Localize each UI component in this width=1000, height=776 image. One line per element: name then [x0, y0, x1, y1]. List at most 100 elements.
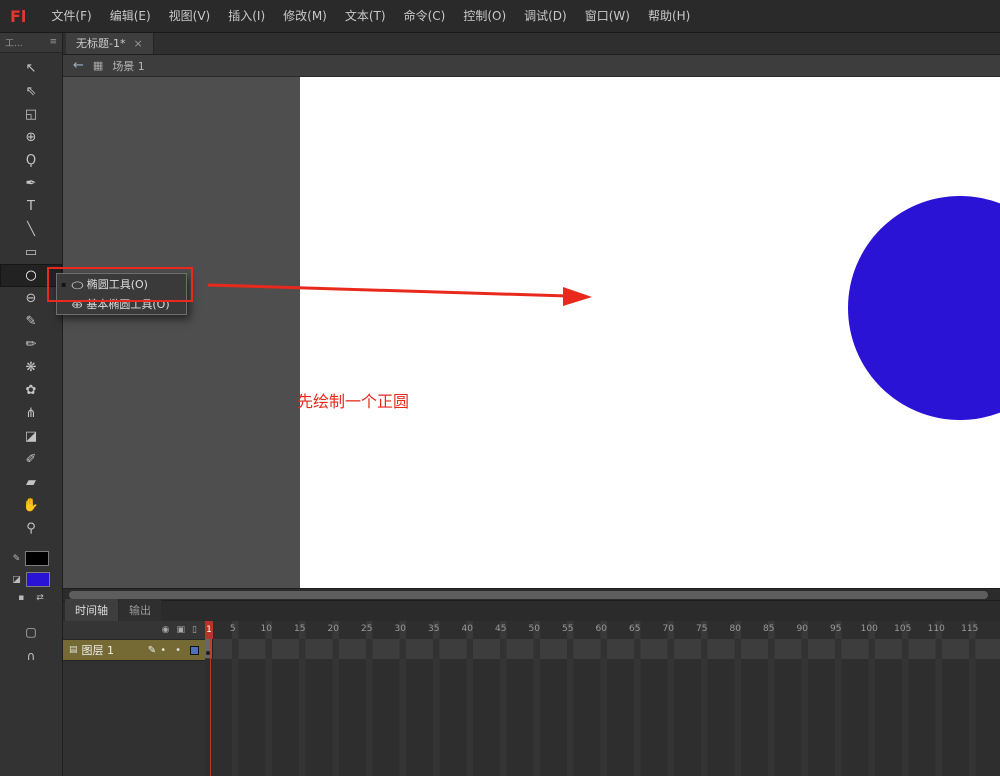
- annotation-note: 先绘制一个正圆: [297, 388, 409, 412]
- tool-icon: ⊖: [26, 291, 37, 306]
- layer-visible-dot[interactable]: •: [160, 645, 166, 656]
- playhead-line: [210, 639, 211, 776]
- paint-bucket-tool[interactable]: ◪: [0, 425, 62, 448]
- flash-window: Fl 文件(F)编辑(E)视图(V)插入(I)修改(M)文本(T)命令(C)控制…: [0, 0, 1000, 776]
- menu-window[interactable]: 窗口(W): [576, 1, 639, 32]
- tool-icon: ⇖: [26, 84, 37, 99]
- layers-column: ◉ ▣ ▯ ▤ 图层 1 ✎ • •: [63, 621, 206, 776]
- annotation-arrow: [200, 274, 600, 310]
- eye-icon[interactable]: ◉: [162, 625, 170, 635]
- playhead[interactable]: 1: [205, 621, 214, 776]
- frame-ruler[interactable]: 5101520253035404550556065707580859095100…: [205, 621, 1000, 640]
- hand-tool[interactable]: ✋: [0, 494, 62, 517]
- menu-text[interactable]: 文本(T): [336, 1, 395, 32]
- fill-bucket-icon: ◪: [12, 575, 21, 585]
- frames-area: 5101520253035404550556065707580859095100…: [205, 621, 1000, 776]
- scrollbar-thumb[interactable]: [69, 591, 988, 599]
- playhead-marker[interactable]: 1: [205, 621, 213, 639]
- ruler-number: 110: [920, 624, 954, 634]
- ruler-number: 50: [518, 624, 552, 634]
- ruler-number: 60: [585, 624, 619, 634]
- edit-bar: ← ▦ 场景 1: [63, 55, 1000, 77]
- layer-row[interactable]: ▤ 图层 1 ✎ • •: [63, 640, 205, 661]
- layer-lock-dot[interactable]: •: [175, 645, 181, 656]
- menu-debug[interactable]: 调试(D): [515, 1, 576, 32]
- scene-icon: ▦: [93, 59, 103, 72]
- tool-icon: ✏: [26, 337, 37, 352]
- menu-edit[interactable]: 编辑(E): [101, 1, 160, 32]
- document-tab-bar: 无标题-1* ×: [63, 32, 1000, 55]
- tool-icon: ⊕: [26, 130, 37, 145]
- selection-tool[interactable]: ↖: [0, 57, 62, 80]
- tool-icon: ⚲: [26, 521, 36, 536]
- stroke-color-swatch[interactable]: [25, 551, 49, 566]
- subselection-tool[interactable]: ⇖: [0, 80, 62, 103]
- menu-file[interactable]: 文件(F): [42, 1, 100, 32]
- deco-tool[interactable]: ✿: [0, 379, 62, 402]
- fill-color-swatch[interactable]: [26, 572, 50, 587]
- tool-icon: ▭: [25, 245, 37, 260]
- lasso-tool[interactable]: Ϙ: [0, 149, 62, 172]
- eraser-tool[interactable]: ▰: [0, 471, 62, 494]
- panel-menu-icon[interactable]: ≡: [49, 37, 57, 47]
- free-transform-tool[interactable]: ◱: [0, 103, 62, 126]
- menu-help[interactable]: 帮助(H): [639, 1, 699, 32]
- line-tool[interactable]: ╲: [0, 218, 62, 241]
- menu-commands[interactable]: 命令(C): [395, 1, 455, 32]
- tab-timeline[interactable]: 时间轴: [65, 599, 118, 621]
- document-tab[interactable]: 无标题-1* ×: [66, 32, 154, 54]
- 3d-rotation-tool[interactable]: ⊕: [0, 126, 62, 149]
- tool-icon: ╲: [27, 222, 35, 237]
- swap-colors-icon[interactable]: ⇄: [36, 593, 44, 603]
- ruler-number: 20: [317, 624, 351, 634]
- canvas-pasteboard: [63, 77, 1000, 588]
- edit-pencil-icon: ✎: [148, 645, 156, 656]
- ruler-number: 15: [283, 624, 317, 634]
- back-icon[interactable]: ←: [73, 58, 84, 73]
- tools-panel-header: 工... ≡: [0, 32, 62, 53]
- scene-label: 场景 1: [112, 58, 145, 74]
- pen-tool[interactable]: ✒: [0, 172, 62, 195]
- tab-output[interactable]: 输出: [119, 599, 161, 621]
- default-colors-icon[interactable]: ▪: [18, 593, 24, 603]
- stage[interactable]: [300, 77, 1000, 588]
- tool-icon: ✐: [26, 452, 37, 467]
- tool-option-icon: ▢: [25, 625, 36, 639]
- text-tool[interactable]: T: [0, 195, 62, 218]
- menu-insert[interactable]: 插入(I): [219, 1, 274, 32]
- close-icon[interactable]: ×: [133, 37, 142, 50]
- ruler-number: 40: [451, 624, 485, 634]
- menubar: Fl 文件(F)编辑(E)视图(V)插入(I)修改(M)文本(T)命令(C)控制…: [0, 0, 1000, 33]
- document-tab-title: 无标题-1*: [76, 35, 125, 51]
- ruler-number: 10: [250, 624, 284, 634]
- pencil-tool[interactable]: ✎: [0, 310, 62, 333]
- zoom-tool[interactable]: ⚲: [0, 517, 62, 540]
- layer-outline-swatch[interactable]: [190, 646, 199, 655]
- ruler-number: 25: [350, 624, 384, 634]
- snap-option[interactable]: ∩: [0, 644, 62, 668]
- menu-control[interactable]: 控制(O): [454, 1, 515, 32]
- tool-icon: ○: [25, 268, 36, 283]
- ruler-number: 30: [384, 624, 418, 634]
- stage-circle[interactable]: [848, 196, 1000, 420]
- spray-brush-tool[interactable]: ❋: [0, 356, 62, 379]
- ruler-number: 70: [652, 624, 686, 634]
- brush-tool[interactable]: ✏: [0, 333, 62, 356]
- layer-frames-row[interactable]: [205, 639, 1000, 660]
- object-drawing-option[interactable]: ▢: [0, 620, 62, 644]
- outline-column-icon[interactable]: ▯: [192, 625, 197, 635]
- rectangle-tool[interactable]: ▭: [0, 241, 62, 264]
- menu-modify[interactable]: 修改(M): [274, 1, 336, 32]
- tool-icon: ✎: [26, 314, 37, 329]
- eyedropper-tool[interactable]: ✐: [0, 448, 62, 471]
- timeline-body: ◉ ▣ ▯ ▤ 图层 1 ✎ • •: [63, 621, 1000, 776]
- ruler-number: 95: [819, 624, 853, 634]
- tool-icon: ◱: [25, 107, 37, 122]
- tool-icon: ✋: [23, 498, 39, 513]
- menu-view[interactable]: 视图(V): [160, 1, 220, 32]
- ruler-number: 65: [618, 624, 652, 634]
- lock-icon[interactable]: ▣: [177, 625, 186, 635]
- bone-tool[interactable]: ⋔: [0, 402, 62, 425]
- timeline-panel: 时间轴输出 ◉ ▣ ▯ ▤ 图层 1 ✎ • •: [63, 600, 1000, 776]
- tool-option-icon: ∩: [27, 649, 36, 663]
